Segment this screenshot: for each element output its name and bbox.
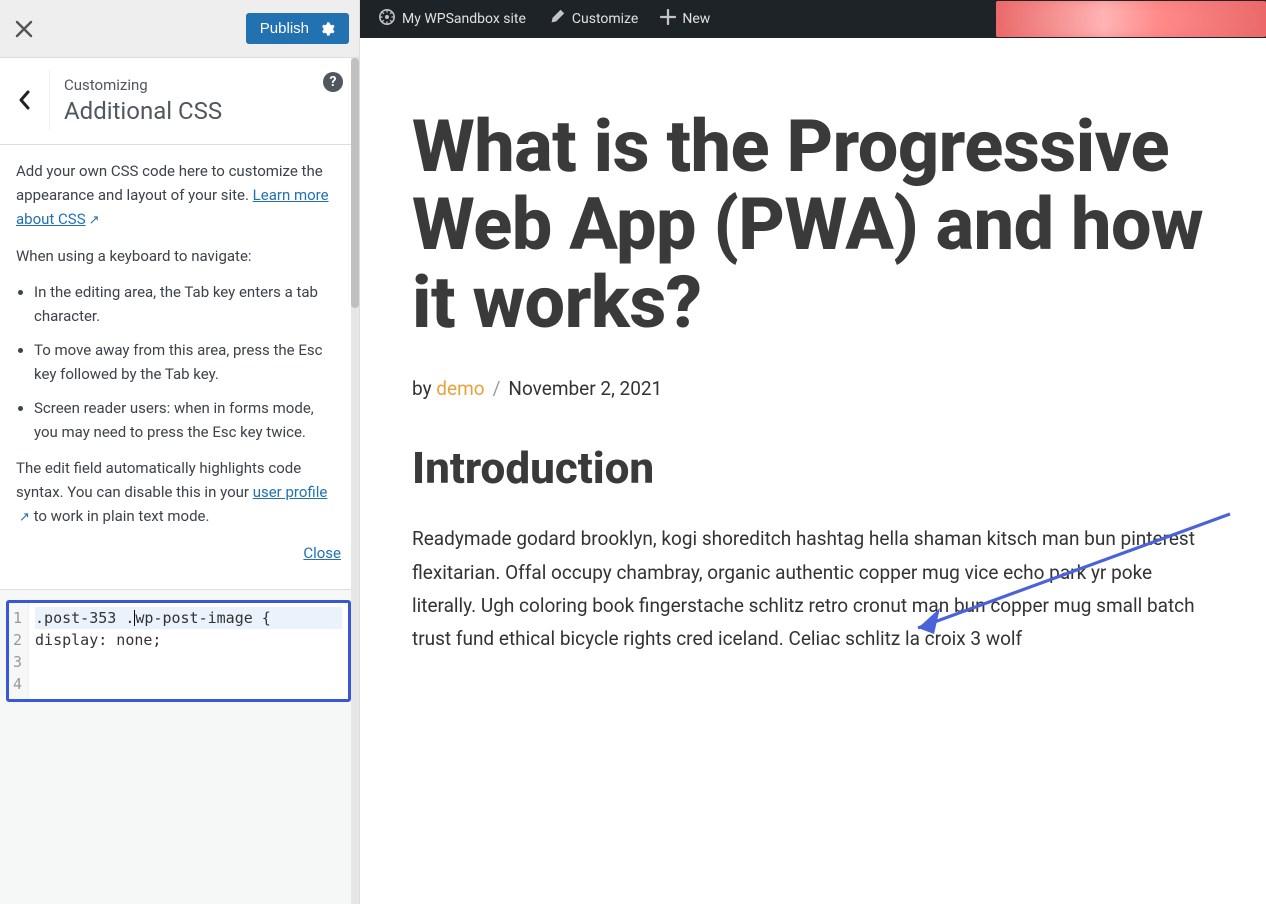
list-item: To move away from this area, press the E… (34, 338, 341, 386)
admin-bar-site-label: My WPSandbox site (402, 11, 526, 27)
close-customizer-button[interactable] (0, 0, 48, 58)
gear-icon (319, 21, 335, 37)
panel-description: Add your own CSS code here to customize … (0, 145, 359, 590)
post-subheading: Introduction (412, 442, 1216, 494)
plus-icon (660, 9, 676, 29)
wp-admin-bar: My WPSandbox site Customize New (360, 0, 1266, 38)
panel-title: Additional CSS (64, 97, 343, 125)
list-item: In the editing area, the Tab key enters … (34, 280, 341, 328)
post-date: November 2, 2021 (508, 377, 662, 400)
admin-bar-customize-label: Customize (572, 11, 638, 27)
external-link-icon: ↗ (89, 211, 100, 232)
brush-icon (548, 8, 566, 30)
desc-keyboard-heading: When using a keyboard to navigate: (16, 244, 341, 268)
post-content: What is the Progressive Web App (PWA) an… (360, 38, 1266, 655)
desc-syntax-suffix: to work in plain text mode. (30, 507, 210, 525)
sidebar-topbar: Publish (0, 0, 359, 58)
back-button[interactable] (0, 70, 50, 130)
admin-bar-site[interactable]: My WPSandbox site (370, 0, 534, 38)
admin-bar-new[interactable]: New (652, 0, 718, 38)
author-link[interactable]: demo (436, 377, 484, 400)
close-icon (15, 20, 33, 38)
keyboard-tips-list: In the editing area, the Tab key enters … (16, 280, 341, 444)
scroll-thumb[interactable] (351, 58, 359, 308)
meta-separator: / (493, 377, 501, 400)
external-link-icon: ↗ (19, 508, 30, 529)
line-gutter: 1234 (9, 603, 29, 699)
close-help-link[interactable]: Close (303, 544, 341, 562)
code-area[interactable]: .post-353 .wp-post-image {display: none; (29, 603, 348, 699)
customizer-sidebar: Publish Customizing Additional CSS ? Add… (0, 0, 360, 904)
help-button[interactable]: ? (323, 72, 343, 92)
publish-button[interactable]: Publish (246, 13, 349, 44)
css-editor[interactable]: 1234 .post-353 .wp-post-image {display: … (6, 600, 351, 702)
css-editor-wrap: 1234 .post-353 .wp-post-image {display: … (0, 590, 359, 904)
loading-indicator (996, 1, 1266, 37)
publish-label: Publish (260, 20, 309, 37)
post-title: What is the Progressive Web App (PWA) an… (412, 108, 1216, 341)
sidebar-scrollbar[interactable] (351, 58, 359, 904)
post-body: Readymade godard brooklyn, kogi shoredit… (412, 522, 1216, 655)
dashboard-icon (378, 8, 396, 30)
by-label: by (412, 377, 436, 400)
panel-pretitle: Customizing (64, 76, 343, 94)
panel-header: Customizing Additional CSS ? (0, 58, 359, 145)
admin-bar-new-label: New (682, 11, 710, 27)
site-preview: My WPSandbox site Customize New What is … (360, 0, 1266, 904)
list-item: Screen reader users: when in forms mode,… (34, 396, 341, 444)
chevron-left-icon (18, 90, 32, 110)
admin-bar-customize[interactable]: Customize (540, 0, 646, 38)
post-meta: by demo / November 2, 2021 (412, 377, 1216, 400)
